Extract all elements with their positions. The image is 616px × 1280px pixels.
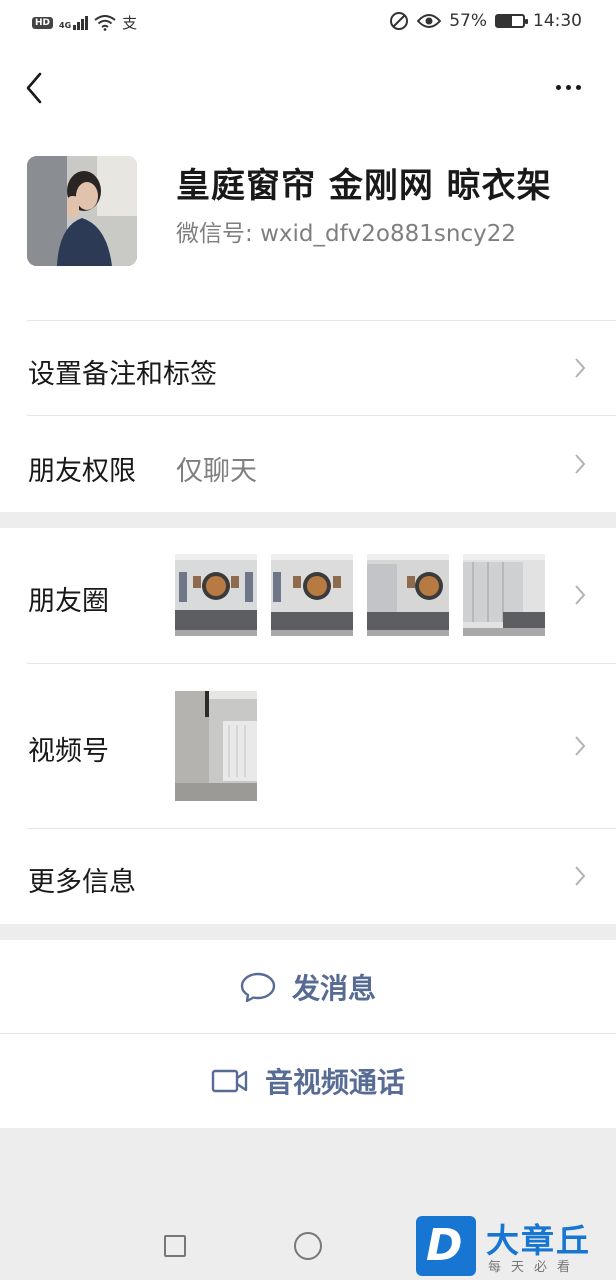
watermark-logo: D	[416, 1216, 476, 1276]
signal-icon: 4G	[59, 15, 89, 30]
moments-photo	[463, 554, 545, 636]
moments-photo	[367, 554, 449, 636]
contact-name: 皇庭窗帘 金刚网 晾衣架	[176, 166, 552, 206]
more-dot	[565, 84, 571, 90]
network-type: 4G	[59, 20, 72, 30]
video-camera-icon	[211, 1069, 248, 1093]
channels-photo	[175, 691, 257, 801]
divider	[27, 415, 616, 416]
battery-percent: 57%	[449, 11, 487, 31]
cell-remark-tags[interactable]: 设置备注和标签	[0, 320, 616, 415]
cell-permissions-label: 朋友权限	[28, 456, 136, 487]
status-right: 57% 14:30	[389, 11, 582, 31]
wifi-icon	[94, 14, 116, 31]
more-horizontal-icon	[555, 84, 561, 90]
home-button[interactable]	[294, 1232, 322, 1260]
cell-more-info[interactable]: 更多信息	[0, 828, 616, 924]
chevron-right-icon	[575, 358, 586, 378]
vibrate-icon	[390, 12, 409, 30]
back-button[interactable]	[18, 68, 58, 108]
chevron-right-icon	[575, 736, 586, 756]
watermark-name: 大章丘	[486, 1221, 591, 1260]
moments-photo	[175, 554, 257, 636]
eye-icon	[417, 14, 442, 28]
cell-channels[interactable]: 视频号	[0, 663, 616, 828]
divider	[27, 828, 616, 829]
video-call-label: 音视频通话	[264, 1066, 405, 1099]
status-bar: HD 4G 支 57% 14:30	[0, 0, 616, 46]
chevron-right-icon	[575, 454, 586, 474]
chevron-right-icon	[575, 866, 586, 886]
cell-channels-label: 视频号	[28, 736, 109, 767]
nav-bar	[0, 46, 616, 130]
profile-header: 皇庭窗帘 金刚网 晾衣架 微信号: wxid_dfv2o881sncy22	[0, 130, 616, 320]
send-message-button[interactable]: 发消息	[0, 940, 616, 1034]
status-time: 14:30	[533, 11, 582, 31]
cell-permissions[interactable]: 朋友权限 仅聊天	[0, 415, 616, 512]
cell-remark-tags-label: 设置备注和标签	[28, 359, 217, 390]
watermark: D 大章丘 每天必看	[416, 1212, 616, 1280]
wechat-id-label: 微信号:	[176, 221, 253, 247]
wechat-id-value: wxid_dfv2o881sncy22	[260, 221, 516, 247]
divider	[27, 663, 616, 664]
cell-moments[interactable]: 朋友圈	[0, 528, 616, 663]
alipay-icon: 支	[122, 14, 138, 32]
moments-photo	[271, 554, 353, 636]
cell-more-info-label: 更多信息	[28, 867, 136, 898]
battery-icon	[495, 14, 528, 28]
watermark-slogan: 每天必看	[488, 1260, 581, 1275]
more-button[interactable]	[546, 72, 590, 102]
divider	[27, 320, 616, 321]
chevron-left-icon	[26, 72, 42, 104]
chevron-right-icon	[575, 585, 586, 605]
watermark-logo-letter: D	[426, 1220, 463, 1271]
cell-moments-label: 朋友圈	[28, 586, 109, 617]
chat-bubble-icon	[240, 972, 276, 1003]
wechat-id: 微信号: wxid_dfv2o881sncy22	[176, 214, 516, 248]
video-call-button[interactable]: 音视频通话	[0, 1034, 616, 1128]
avatar-photo	[27, 156, 137, 266]
send-message-label: 发消息	[291, 972, 376, 1005]
status-left: HD 4G 支	[32, 12, 137, 33]
cell-permissions-value: 仅聊天	[176, 456, 257, 487]
avatar[interactable]	[27, 156, 137, 266]
more-dot	[575, 84, 581, 90]
hd-badge: HD	[32, 16, 54, 29]
recent-apps-button[interactable]	[164, 1235, 186, 1257]
